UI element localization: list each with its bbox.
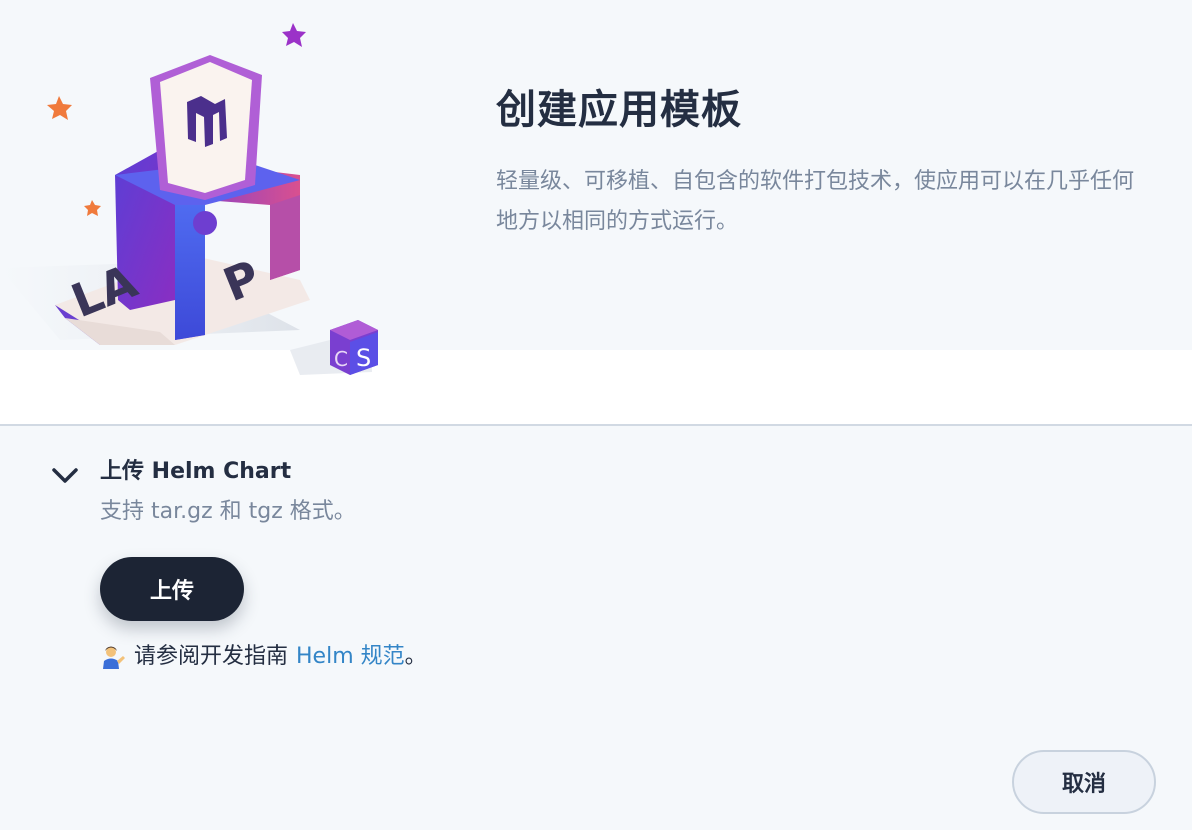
dialog-description: 轻量级、可移植、自包含的软件打包技术，使应用可以在几乎任何地方以相同的方式运行。 (496, 169, 1135, 234)
dev-guide-note: 请参阅开发指南 Helm 规范 。 (100, 640, 427, 674)
section-description: 支持 tar.gz 和 tgz 格式。 (100, 499, 356, 524)
person-tipping-hand-icon (100, 644, 126, 670)
cancel-button[interactable]: 取消 (1012, 750, 1156, 814)
dialog-header: LA P C S 创建应用模板 轻量级、可移植、自包含的软件打包技术，使应用可以… (0, 0, 1192, 375)
dialog-title: 创建应用模板 (496, 87, 742, 133)
upload-section: 上传 Helm Chart 支持 tar.gz 和 tgz 格式。 上传 请参阅… (0, 426, 1192, 830)
chevron-down-icon[interactable] (50, 462, 80, 488)
helm-spec-link[interactable]: Helm 规范 (296, 640, 405, 674)
guide-text: 请参阅开发指南 (134, 644, 289, 669)
section-title: 上传 Helm Chart (100, 459, 292, 484)
upload-button[interactable]: 上传 (100, 557, 244, 621)
app-template-illustration: LA P C S (0, 0, 400, 380)
guide-suffix: 。 (404, 644, 427, 669)
svg-text:C: C (334, 347, 348, 371)
create-app-template-dialog: LA P C S 创建应用模板 轻量级、可移植、自包含的软件打包技术，使应用可以… (0, 0, 1192, 830)
svg-text:S: S (356, 344, 371, 372)
